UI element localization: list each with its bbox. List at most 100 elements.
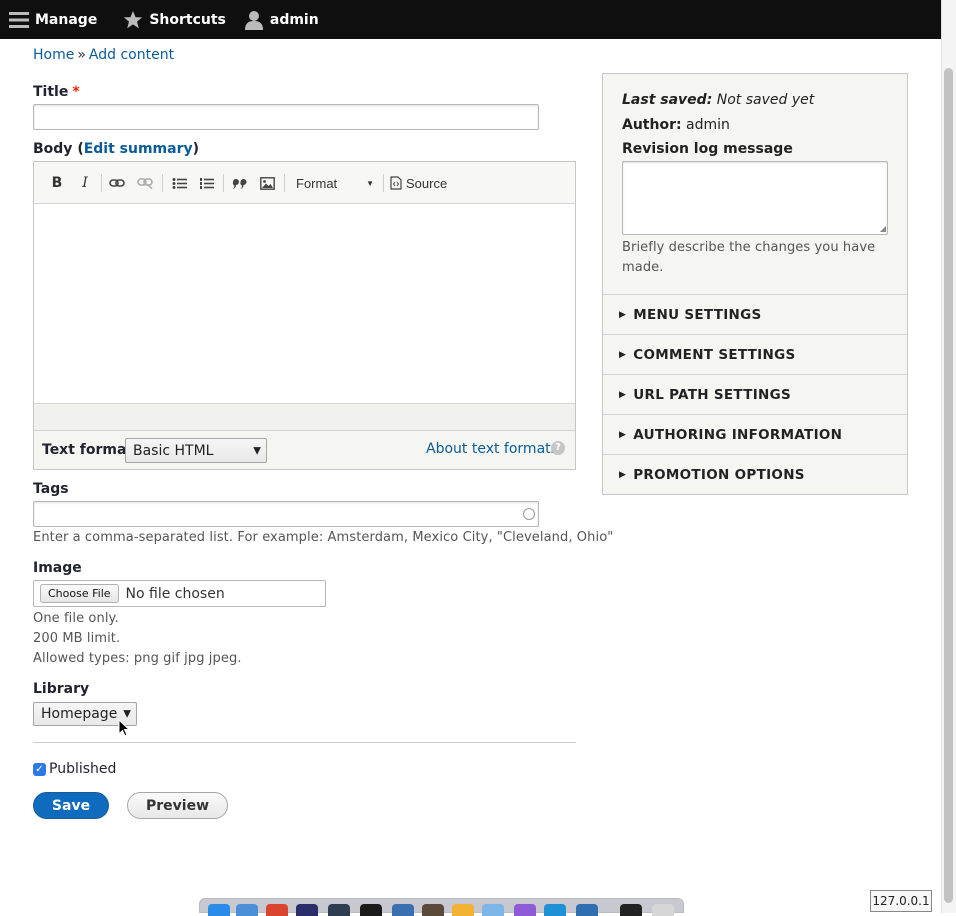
title-input[interactable] [33,104,539,130]
url-path-settings-label: URL PATH SETTINGS [633,386,792,403]
bulleted-list-icon[interactable] [169,172,189,194]
dropdown-arrow-icon: ▼ [253,445,261,456]
italic-button[interactable]: I [76,172,94,194]
dropdown-arrow-icon: ▼ [366,178,374,188]
comment-settings-label: COMMENT SETTINGS [633,346,796,363]
tags-description: Enter a comma-separated list. For exampl… [33,530,614,545]
breadcrumb: Home» Add content [33,47,174,63]
numbered-list-icon[interactable] [196,172,216,194]
toolbar-manage[interactable]: Manage [9,0,97,39]
body-editor-content[interactable] [34,204,575,404]
image-help-size-limit: 200 MB limit. [33,631,121,646]
scrollbar-thumb[interactable] [944,68,953,903]
title-label-text: Title [33,84,69,100]
comment-settings-toggle[interactable]: ▶ COMMENT SETTINGS [603,334,907,374]
editor-elements-path [34,405,575,431]
app-icon[interactable] [576,904,598,916]
mouse-cursor-icon [118,719,130,737]
star-icon [123,10,143,30]
source-icon [390,176,402,190]
app-icon[interactable] [620,904,642,916]
toolbar-user-label: admin [269,11,319,28]
form-divider [33,742,576,743]
skype-icon[interactable] [544,904,566,916]
author-line: Author: admin [622,117,730,133]
link-icon[interactable] [107,172,127,194]
admin-toolbar: Manage Shortcuts admin [0,0,941,39]
user-icon [244,10,264,30]
promotion-options-label: PROMOTION OPTIONS [633,466,805,483]
choose-file-button[interactable]: Choose File [40,584,119,603]
image-help-file-count: One file only. [33,611,119,626]
image-icon[interactable] [257,172,277,194]
authoring-information-label: AUTHORING INFORMATION [633,426,843,443]
app-icon[interactable] [422,904,444,916]
revision-log-help: Briefly describe the changes you have ma… [622,238,875,278]
about-text-formats-link[interactable]: About text formats [426,441,558,457]
toolbar-separator [223,174,224,192]
image-label: Image [33,560,82,576]
text-format-select[interactable]: Basic HTML ▼ [125,438,267,463]
app-icon[interactable] [514,904,536,916]
revision-log-label: Revision log message [622,141,793,157]
photoshop-icon[interactable] [296,904,318,916]
breadcrumb-add-content[interactable]: Add content [89,47,174,63]
menu-settings-toggle[interactable]: ▶ MENU SETTINGS [603,294,907,334]
chrome-icon[interactable] [266,904,288,916]
library-label: Library [33,681,90,697]
required-marker: * [72,84,80,100]
unlink-icon[interactable] [135,172,155,194]
triangle-right-icon: ▶ [619,309,627,320]
toolbar-shortcuts-label: Shortcuts [149,11,226,28]
tags-label: Tags [33,481,69,497]
text-format-wrapper: Text format Basic HTML ▼ About text form… [34,432,575,469]
text-format-label: Text format [42,442,134,458]
url-path-settings-toggle[interactable]: ▶ URL PATH SETTINGS [603,374,907,414]
breadcrumb-home[interactable]: Home [33,47,74,63]
app-icon[interactable] [482,904,504,916]
promotion-options-toggle[interactable]: ▶ PROMOTION OPTIONS [603,454,907,494]
preview-button[interactable]: Preview [127,792,228,819]
terminal-icon[interactable] [360,904,382,916]
app-icon[interactable] [392,904,414,916]
triangle-right-icon: ▶ [619,469,627,480]
format-dropdown[interactable]: Format ▼ [290,172,376,194]
autocomplete-icon [523,508,535,520]
file-status-text: No file chosen [125,585,225,602]
authoring-information-toggle[interactable]: ▶ AUTHORING INFORMATION [603,414,907,454]
os-dock [199,898,684,916]
app-icon[interactable] [328,904,350,916]
published-checkbox[interactable]: ✓ [33,763,46,776]
revision-log-help-line-1: Briefly describe the changes you have [622,240,876,255]
source-button[interactable]: Source [390,172,452,194]
edit-summary-link[interactable]: Edit summary [84,141,193,157]
editor-toolbar: B I Format ▼ Source [34,162,575,204]
toolbar-user[interactable]: admin [244,0,319,39]
trash-icon[interactable] [652,904,674,916]
app-icon[interactable] [452,904,474,916]
tags-input[interactable] [33,501,539,527]
body-label-text: Body [33,141,73,157]
meta-sidebar: Last saved: Not saved yet Author: admin … [602,73,908,495]
resize-handle-icon[interactable]: ◢ [880,224,886,233]
blockquote-icon[interactable] [229,172,249,194]
triangle-right-icon: ▶ [619,389,627,400]
help-icon[interactable]: ? [551,441,565,455]
text-format-value: Basic HTML [133,442,214,459]
menu-icon [9,10,29,30]
toolbar-manage-label: Manage [35,11,98,28]
app-icon[interactable] [236,904,258,916]
dropdown-arrow-icon: ▼ [123,708,131,720]
last-saved-value: Not saved yet [716,92,815,108]
bold-button[interactable]: B [48,172,66,194]
save-button[interactable]: Save [33,792,109,819]
last-saved: Last saved: Not saved yet [622,92,814,108]
finder-icon[interactable] [208,904,230,916]
toolbar-shortcuts[interactable]: Shortcuts [123,0,226,39]
image-file-input[interactable]: Choose File No file chosen [33,580,326,607]
toolbar-separator [383,174,384,192]
revision-log-textarea[interactable]: ◢ [622,161,888,235]
toolbar-separator [162,174,163,192]
last-saved-label: Last saved: [622,92,713,108]
toolbar-separator [101,174,102,192]
